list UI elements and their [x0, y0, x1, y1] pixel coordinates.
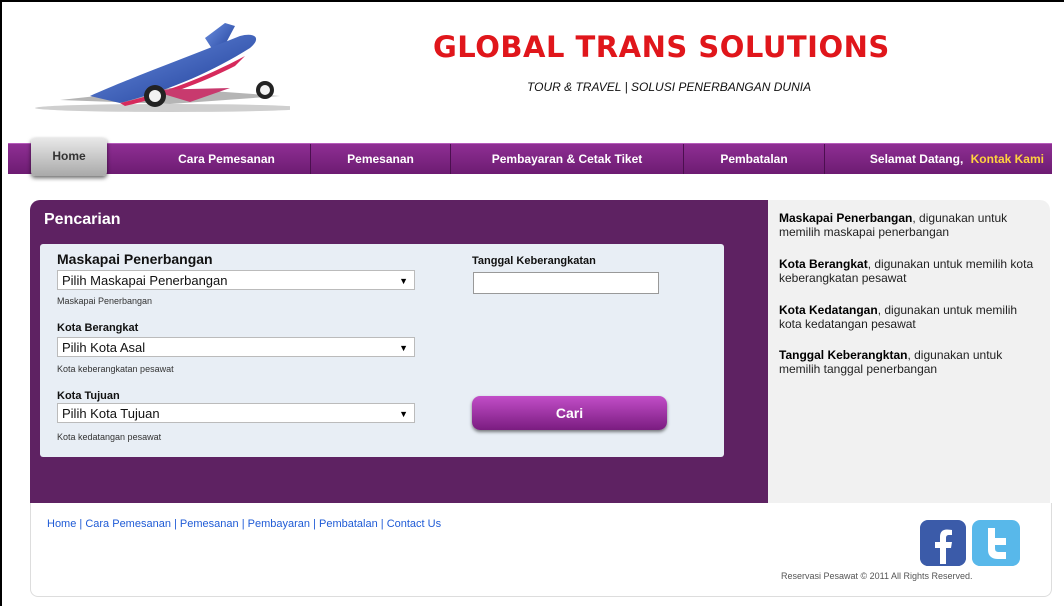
nav-item-pemesanan[interactable]: Pemesanan — [311, 144, 451, 174]
origin-selected-value: Pilih Kota Asal — [62, 340, 146, 355]
site-title: GLOBAL TRANS SOLUTIONS — [433, 30, 890, 64]
help-item: Tanggal Keberangktan, digunakan untuk me… — [779, 348, 1041, 376]
departure-date-input[interactable] — [473, 272, 659, 294]
airplane-icon — [35, 23, 290, 112]
facebook-icon[interactable] — [920, 520, 966, 566]
dropdown-arrow-icon: ▼ — [399, 276, 408, 286]
help-item: Kota Berangkat, digunakan untuk memilih … — [779, 257, 1041, 285]
main-navbar: Home Cara Pemesanan Pemesanan Pembayaran… — [8, 138, 1052, 176]
origin-select[interactable]: Pilih Kota Asal ▼ — [57, 337, 415, 357]
origin-hint: Kota keberangkatan pesawat — [57, 364, 174, 374]
footer-separator: | — [76, 518, 86, 530]
destination-label: Kota Tujuan — [57, 390, 120, 402]
nav-item-pembayaran[interactable]: Pembayaran & Cetak Tiket — [451, 144, 684, 174]
help-term: Tanggal Keberangktan — [779, 348, 908, 362]
help-item: Kota Kedatangan, digunakan untuk memilih… — [779, 303, 1041, 331]
destination-selected-value: Pilih Kota Tujuan — [62, 406, 160, 421]
search-title: Pencarian — [44, 211, 121, 228]
help-term: Kota Berangkat — [779, 257, 868, 271]
footer-link-pembatalan[interactable]: Pembatalan — [319, 518, 378, 530]
help-term: Kota Kedatangan — [779, 303, 878, 317]
nav-item-cara-pemesanan[interactable]: Cara Pemesanan — [143, 144, 311, 174]
footer-link-pembayaran[interactable]: Pembayaran — [248, 518, 310, 530]
dropdown-arrow-icon: ▼ — [399, 343, 408, 353]
search-button[interactable]: Cari — [472, 396, 667, 430]
welcome-label: Selamat Datang, — [869, 152, 964, 166]
airline-hint: Maskapai Penerbangan — [57, 296, 153, 306]
copyright-text: Reservasi Pesawat © 2011 All Rights Rese… — [781, 571, 973, 581]
dropdown-arrow-icon: ▼ — [399, 409, 408, 419]
twitter-icon[interactable] — [972, 520, 1020, 566]
origin-label: Kota Berangkat — [57, 322, 139, 334]
destination-select[interactable]: Pilih Kota Tujuan ▼ — [57, 403, 415, 423]
nav-item-pembatalan[interactable]: Pembatalan — [684, 144, 825, 174]
footer-links: Home | Cara Pemesanan | Pemesanan | Pemb… — [47, 518, 441, 530]
site-subtitle: TOUR & TRAVEL | SOLUSI PENERBANGAN DUNIA — [527, 80, 812, 94]
nav-item-home[interactable]: Home — [31, 138, 107, 176]
destination-hint: Kota kedatangan pesawat — [57, 432, 162, 442]
footer-link-home[interactable]: Home — [47, 518, 76, 530]
help-panel: Maskapai Penerbangan, digunakan untuk me… — [768, 200, 1050, 503]
footer-link-pemesanan[interactable]: Pemesanan — [180, 518, 239, 530]
airline-label: Maskapai Penerbangan — [57, 251, 213, 267]
welcome-text: Selamat Datang, Kontak Kami — [870, 144, 1044, 174]
airline-select[interactable]: Pilih Maskapai Penerbangan ▼ — [57, 270, 415, 290]
airline-selected-value: Pilih Maskapai Penerbangan — [62, 273, 228, 288]
departure-date-label: Tanggal Keberangkatan — [472, 255, 596, 267]
help-term: Maskapai Penerbangan — [779, 211, 913, 225]
footer-separator: | — [238, 518, 248, 530]
footer-link-contact-us[interactable]: Contact Us — [387, 518, 441, 530]
footer-separator: | — [377, 518, 387, 530]
footer-link-cara-pemesanan[interactable]: Cara Pemesanan — [85, 518, 171, 530]
contact-link[interactable]: Kontak Kami — [971, 152, 1044, 166]
footer-separator: | — [170, 518, 180, 530]
help-item: Maskapai Penerbangan, digunakan untuk me… — [779, 211, 1041, 239]
footer-separator: | — [310, 518, 319, 530]
